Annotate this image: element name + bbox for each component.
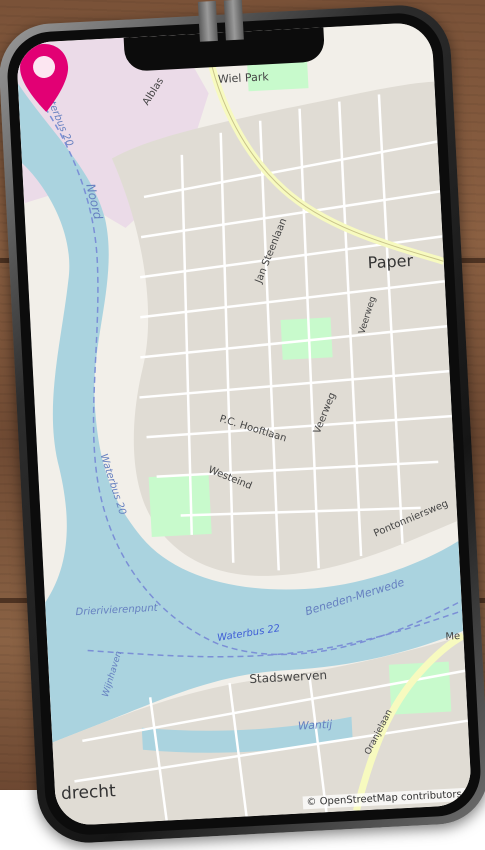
scene: Wiel Park Alblas Waterbus 20 Noord Jan S… (0, 0, 485, 850)
cable (197, 0, 218, 42)
label-merwede-right: Me (445, 630, 461, 643)
map-screen[interactable]: Wiel Park Alblas Waterbus 20 Noord Jan S… (15, 21, 473, 827)
smartphone: Wiel Park Alblas Waterbus 20 Noord Jan S… (0, 0, 485, 846)
label-wiel-park: Wiel Park (217, 70, 269, 86)
location-pin-icon[interactable] (16, 41, 74, 116)
label-paper: Paper (367, 250, 414, 273)
label-wantij: Wantij (297, 717, 333, 733)
label-dordrecht: drecht (60, 781, 117, 805)
cable (223, 0, 244, 41)
park (148, 473, 212, 537)
